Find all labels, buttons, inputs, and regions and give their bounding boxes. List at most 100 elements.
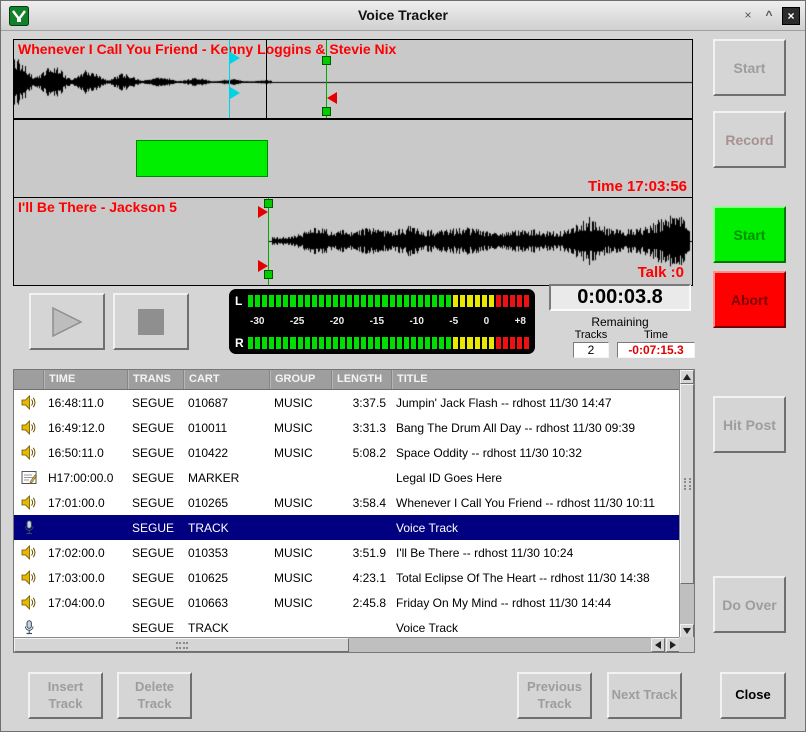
scroll-left-button[interactable]	[651, 638, 665, 652]
log-length: 2:45.8	[332, 596, 392, 610]
log-row[interactable]: 16:50:11.0SEGUE010422MUSIC5:08.2Space Od…	[14, 440, 680, 465]
stop-icon	[138, 309, 164, 335]
scroll-down-button[interactable]	[680, 624, 694, 638]
log-row[interactable]: 17:04:00.0SEGUE010663MUSIC2:45.8Friday O…	[14, 590, 680, 615]
start-marker-icon[interactable]	[258, 260, 268, 272]
delete-track-button[interactable]: Delete Track	[117, 672, 192, 719]
horizontal-scrollbar[interactable]	[14, 637, 681, 652]
log-cart: TRACK	[184, 621, 270, 635]
meter-scale-tick: -5	[449, 316, 458, 327]
shade-icon[interactable]: ^	[760, 7, 778, 25]
arrow-up-icon	[683, 374, 691, 380]
sticky-icon[interactable]: ×	[739, 7, 757, 25]
log-cart: 010265	[184, 496, 270, 510]
vertical-scrollbar[interactable]	[679, 370, 694, 639]
arrow-right-icon	[670, 641, 676, 649]
log-title: Space Oddity -- rdhost 11/30 10:32	[392, 446, 680, 460]
meter-scale-tick: -15	[370, 316, 384, 327]
log-time: 16:50:11.0	[44, 446, 128, 460]
scroll-up-button[interactable]	[680, 370, 694, 384]
scrollbar-corner	[679, 637, 694, 652]
remaining-time-label: Time	[626, 329, 686, 341]
log-length: 3:51.9	[332, 546, 392, 560]
log-cart: TRACK	[184, 521, 270, 535]
voice-track-region[interactable]	[136, 140, 268, 177]
log-row[interactable]: 16:48:11.0SEGUE010687MUSIC3:37.5Jumpin' …	[14, 390, 680, 415]
titlebar[interactable]: Voice Tracker × ^ ×	[1, 1, 805, 31]
remaining-label: Remaining	[549, 315, 691, 329]
close-window-icon[interactable]: ×	[782, 7, 800, 25]
track1-title: Whenever I Call You Friend - Kenny Loggi…	[18, 41, 396, 57]
log-group: MUSIC	[270, 571, 332, 585]
log-cart: 010663	[184, 596, 270, 610]
do-over-button[interactable]: Do Over	[713, 576, 786, 633]
horizontal-scroll-thumb[interactable]	[14, 638, 349, 652]
log-row[interactable]: 17:01:00.0SEGUE010265MUSIC3:58.4Whenever…	[14, 490, 680, 515]
log-row[interactable]: H17:00:00.0SEGUEMARKERLegal ID Goes Here	[14, 465, 680, 490]
time-readout: Time 17:03:56	[588, 178, 687, 195]
log-title: Bang The Drum All Day -- rdhost 11/30 09…	[392, 421, 680, 435]
track2-waveform-panel[interactable]: I'll Be There - Jackson 5 Talk :0	[13, 197, 693, 286]
speaker-icon	[14, 445, 44, 460]
log-row[interactable]: 16:49:12.0SEGUE010011MUSIC3:31.3Bang The…	[14, 415, 680, 440]
log-title: Legal ID Goes Here	[392, 471, 680, 485]
log-trans: SEGUE	[128, 471, 184, 485]
track-start-line[interactable]	[266, 40, 267, 118]
log-group: MUSIC	[270, 496, 332, 510]
segue-marker-handle[interactable]	[322, 56, 331, 65]
insert-track-button[interactable]: Insert Track	[28, 672, 103, 719]
stop-button[interactable]	[113, 293, 189, 350]
start-marker-icon[interactable]	[258, 206, 268, 218]
elapsed-time-display: 0:00:03.8	[549, 284, 691, 311]
log-row[interactable]: 17:02:00.0SEGUE010353MUSIC3:51.9I'll Be …	[14, 540, 680, 565]
col-icon	[14, 370, 44, 389]
log-title: Total Eclipse Of The Heart -- rdhost 11/…	[392, 571, 680, 585]
close-button[interactable]: Close	[720, 672, 786, 719]
play-button[interactable]	[29, 293, 105, 350]
log-time: 17:01:00.0	[44, 496, 128, 510]
meter-right-label: R	[235, 336, 248, 350]
log-cart: 010353	[184, 546, 270, 560]
remaining-tracks-label: Tracks	[561, 329, 621, 341]
previous-track-button[interactable]: Previous Track	[517, 672, 592, 719]
start-button[interactable]: Start	[713, 206, 786, 263]
log-cart: 010687	[184, 396, 270, 410]
log-length: 3:37.5	[332, 396, 392, 410]
abort-button[interactable]: Abort	[713, 271, 786, 328]
log-row[interactable]: SEGUETRACK Voice Track	[14, 515, 680, 540]
play-icon	[51, 307, 83, 337]
voice-tracker-window: Voice Tracker × ^ × Whenever I Call You …	[0, 0, 806, 732]
hit-post-button[interactable]: Hit Post	[713, 396, 786, 453]
log-cart: 010422	[184, 446, 270, 460]
next-track-button[interactable]: Next Track	[607, 672, 682, 719]
col-group: GROUP	[270, 370, 332, 389]
voicetrack-panel[interactable]: Time 17:03:56	[13, 119, 693, 198]
log-trans: SEGUE	[128, 571, 184, 585]
segue-marker-handle[interactable]	[322, 107, 331, 116]
log-time: H17:00:00.0	[44, 471, 128, 485]
log-row[interactable]: 17:03:00.0SEGUE010625MUSIC4:23.1Total Ec…	[14, 565, 680, 590]
log-time: 17:03:00.0	[44, 571, 128, 585]
log-length: 3:58.4	[332, 496, 392, 510]
log-trans: SEGUE	[128, 521, 184, 535]
play-marker-icon[interactable]	[230, 52, 240, 64]
record-button[interactable]: Record	[713, 111, 786, 168]
log-group: MUSIC	[270, 396, 332, 410]
play-marker-icon[interactable]	[230, 87, 240, 99]
log-title: Voice Track	[392, 521, 680, 535]
vertical-scroll-thumb[interactable]	[680, 384, 694, 584]
log-group: MUSIC	[270, 596, 332, 610]
mic-icon	[14, 520, 44, 535]
meter-left-bar	[248, 295, 529, 307]
fade-marker-icon[interactable]	[327, 92, 337, 104]
start-button-disabled[interactable]: Start	[713, 39, 786, 96]
track1-waveform-panel[interactable]: Whenever I Call You Friend - Kenny Loggi…	[13, 39, 693, 119]
mic-icon	[14, 620, 44, 635]
log-length: 5:08.2	[332, 446, 392, 460]
remaining-time-value: -0:07:15.3	[617, 342, 695, 358]
col-title: TITLE	[392, 370, 680, 389]
scroll-right-button[interactable]	[666, 638, 680, 652]
log-group: MUSIC	[270, 546, 332, 560]
log-trans: SEGUE	[128, 396, 184, 410]
meter-scale-tick: -30	[250, 316, 264, 327]
